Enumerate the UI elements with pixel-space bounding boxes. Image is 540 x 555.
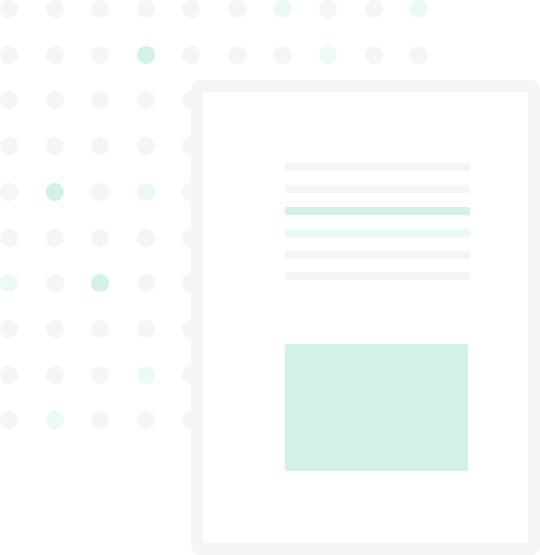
pattern-dot	[0, 0, 18, 18]
pattern-dot	[91, 0, 110, 18]
pattern-dot	[0, 45, 18, 64]
pattern-dot	[45, 365, 64, 384]
doc-line-3	[285, 207, 470, 215]
pattern-dot	[45, 228, 64, 247]
pattern-dot	[136, 228, 155, 247]
pattern-dot	[136, 91, 155, 110]
pattern-dot	[136, 182, 155, 201]
pattern-dot	[228, 0, 246, 18]
pattern-dot	[136, 274, 155, 293]
pattern-dot	[45, 45, 64, 64]
pattern-dot	[45, 0, 64, 18]
pattern-dot	[364, 0, 383, 18]
pattern-dot	[410, 45, 429, 64]
pattern-dot	[0, 274, 18, 293]
pattern-dot	[0, 365, 18, 384]
pattern-dot	[91, 411, 110, 430]
pattern-dot	[0, 91, 18, 110]
pattern-dot	[364, 45, 383, 64]
pattern-dot	[0, 182, 18, 201]
pattern-dot	[91, 228, 110, 247]
pattern-dot	[136, 0, 155, 18]
image-placeholder	[285, 344, 468, 471]
pattern-dot	[91, 182, 110, 201]
pattern-dot	[136, 319, 155, 338]
pattern-dot	[319, 45, 338, 64]
pattern-dot	[136, 45, 155, 64]
pattern-dot	[91, 45, 110, 64]
doc-line-5	[285, 251, 470, 259]
pattern-dot	[0, 411, 18, 430]
doc-line-1	[285, 163, 470, 171]
doc-line-6	[285, 272, 470, 280]
doc-line-2	[285, 185, 470, 193]
pattern-dot	[91, 274, 110, 293]
doc-line-4	[285, 229, 470, 237]
pattern-dot	[136, 365, 155, 384]
pattern-dot	[0, 319, 18, 338]
pattern-dot	[273, 0, 292, 18]
pattern-dot	[45, 182, 64, 201]
pattern-dot	[410, 0, 429, 18]
pattern-dot	[91, 137, 110, 156]
pattern-dot	[0, 137, 18, 156]
pattern-dot	[45, 91, 64, 110]
pattern-dot	[45, 137, 64, 156]
pattern-dot	[182, 0, 201, 18]
document-illustration	[191, 80, 540, 555]
pattern-dot	[91, 91, 110, 110]
pattern-dot	[228, 45, 246, 64]
pattern-dot	[136, 137, 155, 156]
pattern-dot	[45, 411, 64, 430]
pattern-dot	[91, 365, 110, 384]
pattern-dot	[319, 0, 338, 18]
pattern-dot	[273, 45, 292, 64]
pattern-dot	[91, 319, 110, 338]
pattern-dot	[45, 274, 64, 293]
pattern-dot	[182, 45, 201, 64]
pattern-dot	[136, 411, 155, 430]
pattern-dot	[45, 319, 64, 338]
pattern-dot	[0, 228, 18, 247]
